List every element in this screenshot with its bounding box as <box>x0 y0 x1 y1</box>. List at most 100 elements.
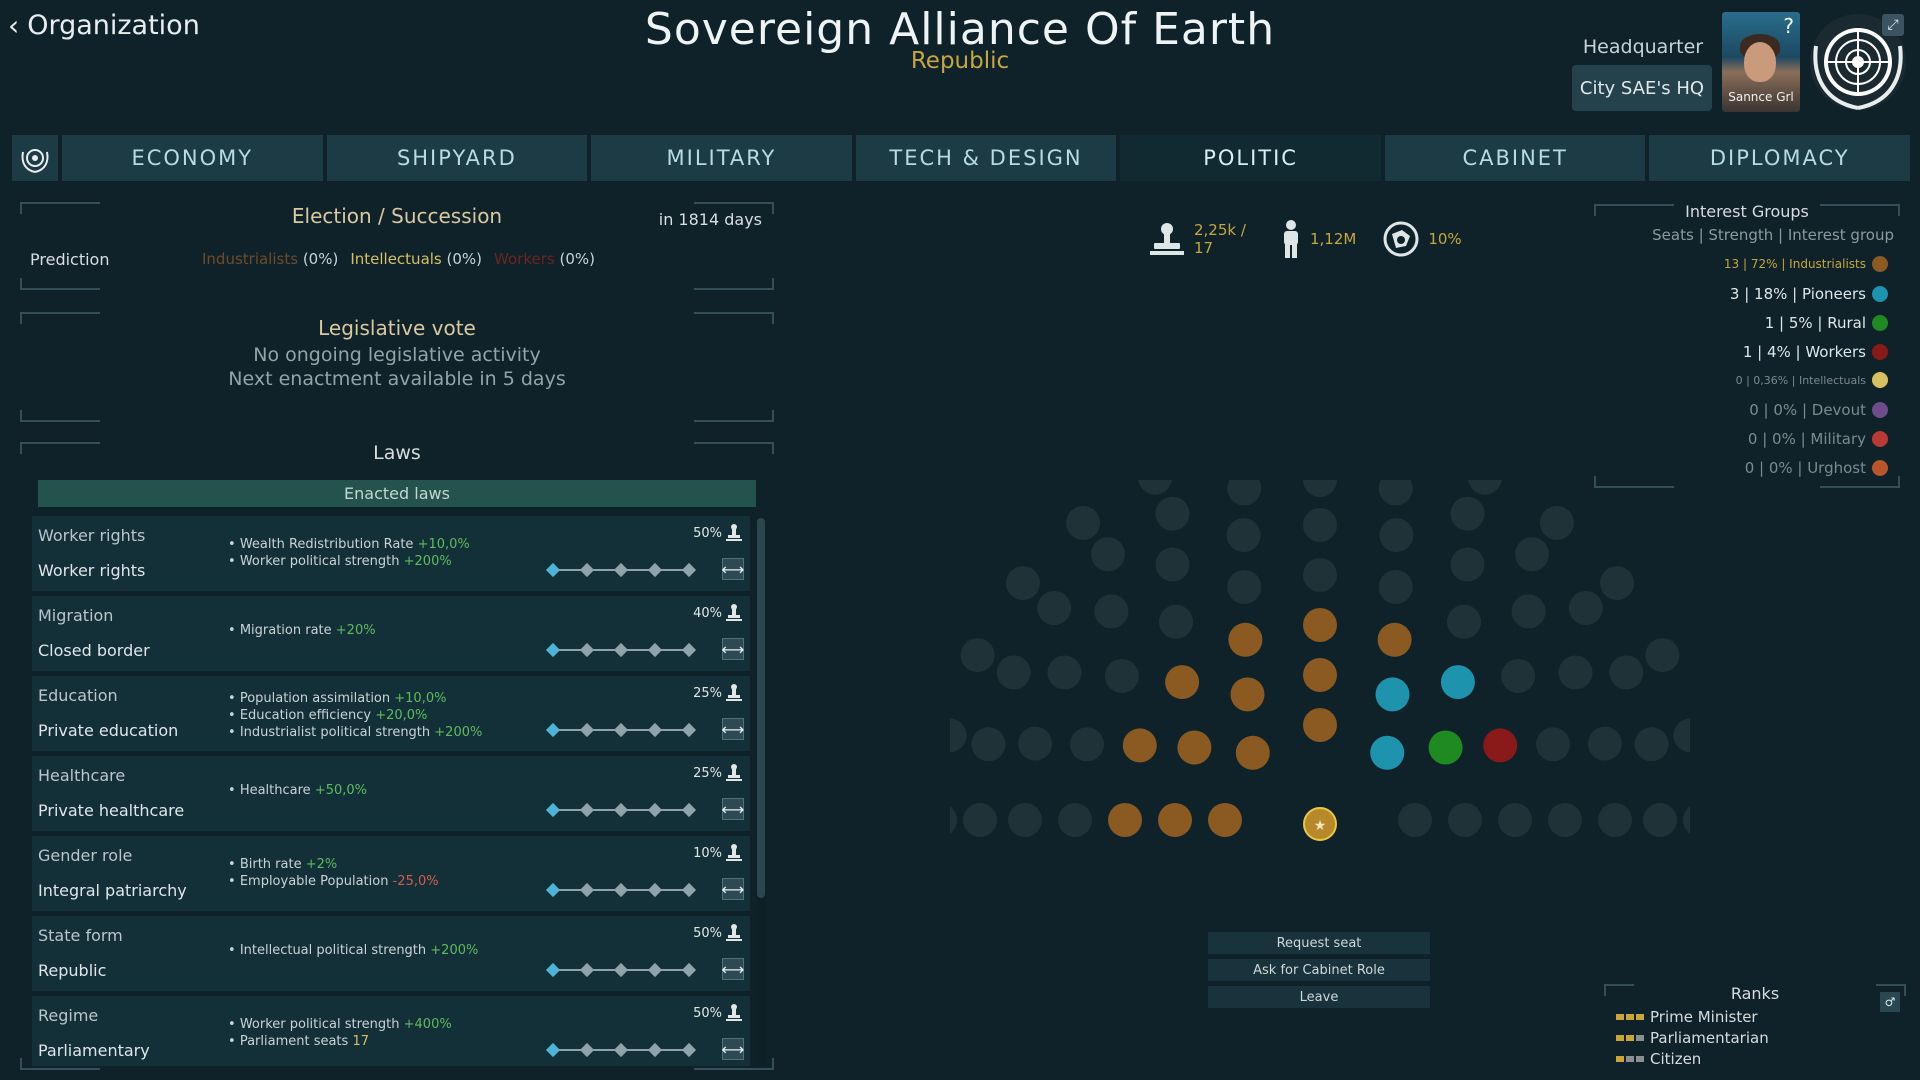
slider-step[interactable] <box>545 722 561 738</box>
slider-step[interactable] <box>647 1042 663 1058</box>
tab-shipyard[interactable]: SHIPYARD <box>326 135 588 181</box>
parliament-seat-empty <box>960 638 995 673</box>
slider-step[interactable] <box>681 642 697 658</box>
law-change-button[interactable]: ⟷ <box>722 1038 744 1060</box>
slider-step[interactable] <box>613 1042 629 1058</box>
enacted-laws-tab[interactable]: Enacted laws <box>38 480 756 507</box>
slider-step[interactable] <box>613 562 629 578</box>
law-value: Republic <box>38 961 107 980</box>
slider-step[interactable] <box>613 882 629 898</box>
slider-step[interactable] <box>681 1042 697 1058</box>
slider-step[interactable] <box>647 642 663 658</box>
leave-button[interactable]: Leave <box>1208 986 1430 1008</box>
law-change-button[interactable]: ⟷ <box>722 798 744 820</box>
slider-step[interactable] <box>681 562 697 578</box>
parliament-seat-empty <box>1227 480 1262 506</box>
slider-step[interactable] <box>647 882 663 898</box>
parliament-seat-empty <box>1091 537 1125 572</box>
slider-step[interactable] <box>579 802 595 818</box>
law-row[interactable]: Worker rights Worker rights • Wealth Redi… <box>32 516 750 591</box>
scrollbar-thumb[interactable] <box>757 518 765 898</box>
law-slider[interactable] <box>545 882 697 898</box>
interest-group-row[interactable]: 0 | 0% | Urghost <box>1745 459 1888 477</box>
tab-economy[interactable]: ECONOMY <box>62 135 323 181</box>
slider-step[interactable] <box>579 562 595 578</box>
interest-group-row[interactable]: 13 | 72% | Industrialists <box>1724 256 1888 272</box>
tab-cabinet[interactable]: CABINET <box>1384 135 1646 181</box>
law-change-button[interactable]: ⟷ <box>722 718 744 740</box>
tab-politic[interactable]: POLITIC <box>1120 135 1381 181</box>
slider-step[interactable] <box>545 642 561 658</box>
tab-diplomacy[interactable]: DIPLOMACY <box>1649 135 1911 181</box>
law-slider[interactable] <box>545 802 697 818</box>
tab-tech-design[interactable]: TECH & DESIGN <box>855 135 1117 181</box>
slider-step[interactable] <box>647 562 663 578</box>
interest-group-row[interactable]: 1 | 4% | Workers <box>1743 343 1888 361</box>
law-change-button[interactable]: ⟷ <box>722 878 744 900</box>
tab-military[interactable]: MILITARY <box>591 135 852 181</box>
interest-group-row[interactable]: 0 | 0% | Devout <box>1749 401 1888 419</box>
interest-group-row[interactable]: 0 | 0,36% | Intellectuals <box>1736 372 1888 388</box>
slider-step[interactable] <box>613 642 629 658</box>
slider-step[interactable] <box>613 802 629 818</box>
law-slider[interactable] <box>545 962 697 978</box>
slider-step[interactable] <box>681 802 697 818</box>
parliament-seat-empty <box>1447 604 1481 639</box>
law-slider[interactable] <box>545 562 697 578</box>
parliament-seat-empty <box>1138 480 1172 495</box>
law-effect: • Migration rate +20% <box>228 623 376 638</box>
parliament-seat-filled <box>1177 730 1212 765</box>
law-row[interactable]: Gender role Integral patriarchy • Birth r… <box>32 836 750 911</box>
slider-step[interactable] <box>579 1042 595 1058</box>
law-slider[interactable] <box>545 1042 697 1058</box>
law-effect: • Healthcare +50,0% <box>228 783 368 798</box>
slider-step[interactable] <box>613 962 629 978</box>
ask-cabinet-role-button[interactable]: Ask for Cabinet Role <box>1208 959 1430 981</box>
interest-group-row[interactable]: 0 | 0% | Military <box>1748 430 1888 448</box>
hq-button[interactable]: City SAE's HQ <box>1572 65 1712 111</box>
slider-step[interactable] <box>681 962 697 978</box>
law-slider[interactable] <box>545 642 697 658</box>
help-icon[interactable]: ? <box>1783 14 1794 38</box>
slider-step[interactable] <box>647 962 663 978</box>
slider-step[interactable] <box>681 722 697 738</box>
expand-icon[interactable]: ⤢ <box>1882 14 1904 36</box>
law-change-button[interactable]: ⟷ <box>722 558 744 580</box>
slider-step[interactable] <box>545 562 561 578</box>
leader-portrait[interactable]: ? Sannce Grl <box>1722 12 1800 112</box>
slider-step[interactable] <box>545 962 561 978</box>
parliament-seat-empty <box>1548 803 1582 837</box>
slider-step[interactable] <box>579 882 595 898</box>
slider-step[interactable] <box>613 722 629 738</box>
law-support-pct: 50% <box>693 526 722 541</box>
law-list-scrollbar[interactable] <box>756 516 766 1066</box>
parliament-seat-filled <box>1303 708 1337 742</box>
parliament-seat-empty <box>1094 594 1129 629</box>
law-row[interactable]: Healthcare Private healthcare • Healthcar… <box>32 756 750 831</box>
slider-step[interactable] <box>545 1042 561 1058</box>
law-row[interactable]: Migration Closed border • Migration rate … <box>32 596 750 671</box>
parliament-seat-empty <box>1303 558 1337 592</box>
slider-step[interactable] <box>545 882 561 898</box>
slider-step[interactable] <box>579 722 595 738</box>
parliament-seat-empty <box>1609 655 1644 690</box>
gender-icon[interactable]: ♂ <box>1880 992 1900 1012</box>
slider-step[interactable] <box>545 802 561 818</box>
parliament-seat-empty <box>1645 638 1680 673</box>
law-slider[interactable] <box>545 722 697 738</box>
slider-step[interactable] <box>647 802 663 818</box>
tab-home-logo[interactable] <box>12 135 58 181</box>
law-row[interactable]: Education Private education • Population … <box>32 676 750 751</box>
slider-step[interactable] <box>681 882 697 898</box>
law-row[interactable]: State form Republic • Intellectual politi… <box>32 916 750 991</box>
law-change-button[interactable]: ⟷ <box>722 638 744 660</box>
slider-step[interactable] <box>647 722 663 738</box>
law-row[interactable]: Regime Parliamentary • Worker political s… <box>32 996 750 1066</box>
laws-panel: Laws Enacted laws Worker rights Worker r… <box>20 442 774 1070</box>
slider-step[interactable] <box>579 962 595 978</box>
request-seat-button[interactable]: Request seat <box>1208 932 1430 954</box>
law-change-button[interactable]: ⟷ <box>722 958 744 980</box>
interest-group-row[interactable]: 3 | 18% | Pioneers <box>1730 285 1888 303</box>
slider-step[interactable] <box>579 642 595 658</box>
interest-group-row[interactable]: 1 | 5% | Rural <box>1765 314 1888 332</box>
